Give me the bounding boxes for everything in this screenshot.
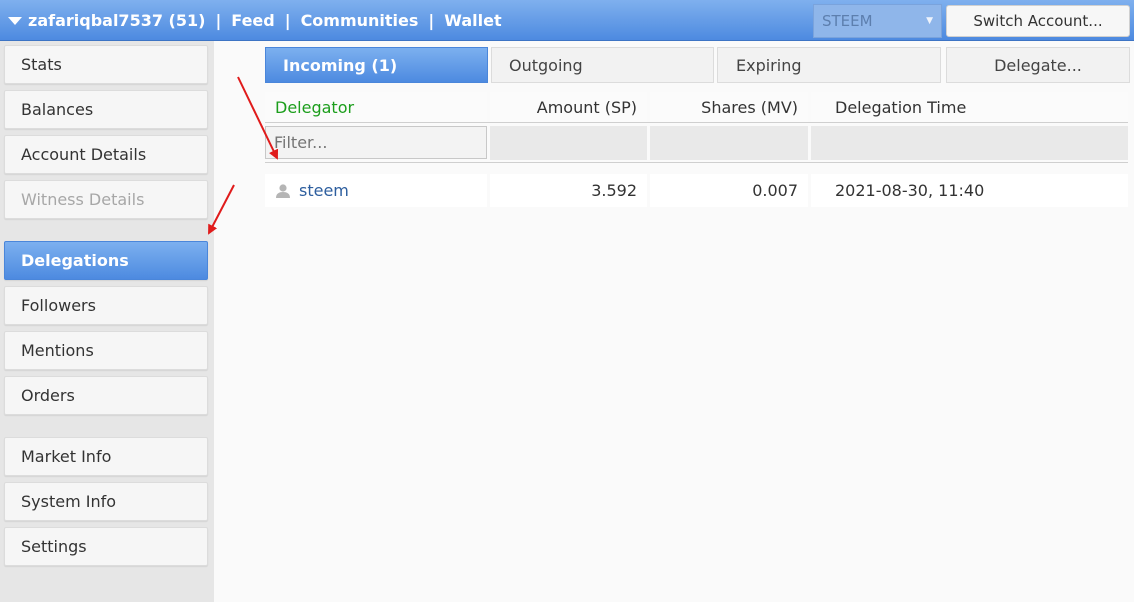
cell-delegator: steem [265, 174, 487, 207]
sidebar-item-system-info[interactable]: System Info [4, 482, 208, 521]
username: zafariqbal7537 [28, 11, 163, 30]
header-divider [265, 122, 1128, 123]
cell-delegation-time: 2021-08-30, 11:40 [811, 174, 1128, 207]
sidebar-item-account-details[interactable]: Account Details [4, 135, 208, 174]
nav-link-wallet[interactable]: Wallet [444, 11, 501, 30]
cell-amount: 3.592 [490, 174, 647, 207]
sidebar-item-followers[interactable]: Followers [4, 286, 208, 325]
reputation: (51) [168, 11, 206, 30]
sidebar-item-witness-details: Witness Details [4, 180, 208, 219]
filter-cell [490, 126, 647, 160]
user-icon [276, 183, 290, 198]
column-header-delegation-time[interactable]: Delegation Time [811, 92, 1128, 122]
delegator-link[interactable]: steem [299, 181, 349, 200]
tab-incoming[interactable]: Incoming (1) [265, 47, 488, 83]
account-dropdown-icon[interactable] [8, 17, 22, 25]
chain-select[interactable]: STEEM ▼ [813, 4, 942, 38]
nav-separator: | [215, 11, 222, 30]
filter-input[interactable] [265, 126, 487, 159]
sidebar: Stats Balances Account Details Witness D… [0, 41, 214, 602]
sidebar-item-balances[interactable]: Balances [4, 90, 208, 129]
sidebar-item-settings[interactable]: Settings [4, 527, 208, 566]
filter-divider [265, 162, 1128, 163]
nav-link-feed[interactable]: Feed [231, 11, 274, 30]
tab-outgoing[interactable]: Outgoing [491, 47, 714, 83]
tab-expiring[interactable]: Expiring [717, 47, 941, 83]
chevron-down-icon: ▼ [926, 16, 933, 26]
column-header-amount[interactable]: Amount (SP) [490, 92, 647, 122]
sidebar-item-mentions[interactable]: Mentions [4, 331, 208, 370]
filter-cell [650, 126, 808, 160]
switch-account-button[interactable]: Switch Account... [946, 5, 1130, 37]
chain-select-value: STEEM [822, 12, 873, 30]
nav-separator: | [284, 11, 291, 30]
column-header-delegator[interactable]: Delegator [265, 92, 487, 122]
sidebar-item-delegations[interactable]: Delegations [4, 241, 208, 280]
filter-cell [811, 126, 1128, 160]
sidebar-item-orders[interactable]: Orders [4, 376, 208, 415]
cell-shares: 0.007 [650, 174, 808, 207]
nav-separator: | [428, 11, 435, 30]
sidebar-item-market-info[interactable]: Market Info [4, 437, 208, 476]
nav-link-communities[interactable]: Communities [301, 11, 419, 30]
top-bar: zafariqbal7537 (51) | Feed | Communities… [0, 0, 1134, 41]
account-name-link[interactable]: zafariqbal7537 (51) [28, 11, 205, 30]
tab-delegate[interactable]: Delegate... [946, 47, 1130, 83]
top-nav: zafariqbal7537 (51) | Feed | Communities… [8, 0, 502, 41]
sidebar-item-stats[interactable]: Stats [4, 45, 208, 84]
column-header-shares[interactable]: Shares (MV) [650, 92, 808, 122]
